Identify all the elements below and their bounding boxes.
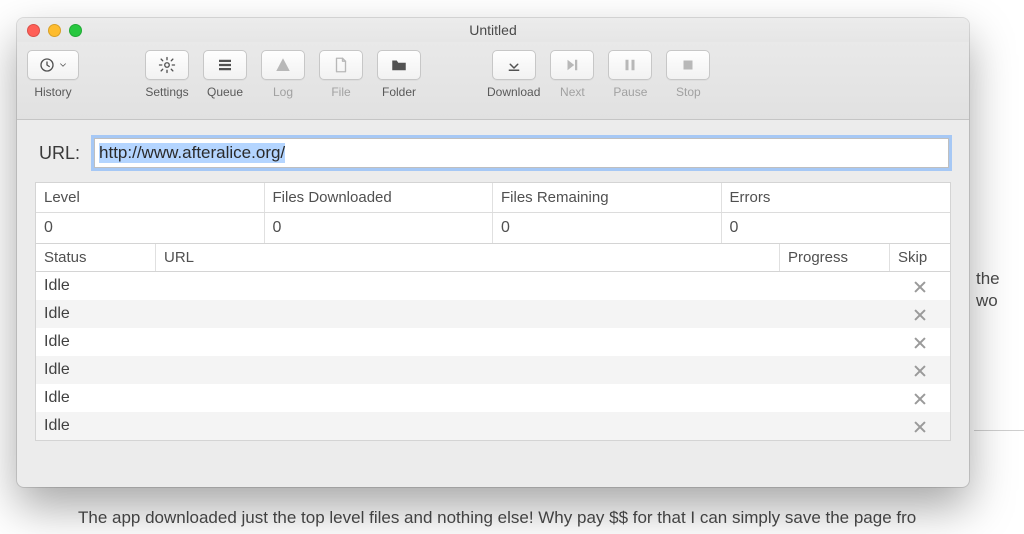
settings-label: Settings	[145, 85, 188, 99]
queue-button[interactable]	[203, 50, 247, 80]
cell-skip[interactable]	[890, 300, 950, 328]
cell-url	[156, 356, 780, 384]
cell-status: Idle	[36, 272, 156, 300]
history-button[interactable]	[27, 50, 79, 80]
stats-value-errors: 0	[722, 213, 951, 243]
history-icon	[38, 56, 56, 74]
cell-status: Idle	[36, 384, 156, 412]
pause-label: Pause	[613, 85, 647, 99]
next-button[interactable]	[550, 50, 594, 80]
stop-label: Stop	[676, 85, 701, 99]
cell-progress	[780, 272, 890, 300]
stats-value-downloaded: 0	[265, 213, 494, 243]
background-text-bottom: The app downloaded just the top level fi…	[78, 508, 916, 528]
stats-value-level: 0	[36, 213, 265, 243]
file-icon	[332, 56, 350, 74]
cell-url	[156, 300, 780, 328]
cell-progress	[780, 412, 890, 440]
gear-icon	[158, 56, 176, 74]
stats-header-downloaded: Files Downloaded	[265, 183, 494, 212]
warning-icon	[274, 56, 292, 74]
folder-icon	[390, 56, 408, 74]
url-row: URL:	[17, 120, 969, 182]
cell-url	[156, 328, 780, 356]
history-label: History	[34, 85, 71, 99]
folder-label: Folder	[382, 85, 416, 99]
table-row[interactable]: Idle	[36, 384, 950, 412]
cell-url	[156, 412, 780, 440]
settings-button[interactable]	[145, 50, 189, 80]
minimize-window-button[interactable]	[48, 24, 61, 37]
zoom-window-button[interactable]	[69, 24, 82, 37]
stats-table: Level Files Downloaded Files Remaining E…	[35, 182, 951, 244]
skip-icon	[913, 419, 927, 433]
table-row[interactable]: Idle	[36, 272, 950, 300]
folder-button[interactable]	[377, 50, 421, 80]
stats-header-remaining: Files Remaining	[493, 183, 722, 212]
window-title: Untitled	[17, 22, 969, 38]
cell-skip[interactable]	[890, 384, 950, 412]
queue-icon	[216, 56, 234, 74]
cell-skip[interactable]	[890, 272, 950, 300]
cell-skip[interactable]	[890, 356, 950, 384]
background-text-right: the wo	[976, 268, 1000, 312]
cell-skip[interactable]	[890, 328, 950, 356]
pause-button[interactable]	[608, 50, 652, 80]
cell-status: Idle	[36, 412, 156, 440]
pause-icon	[621, 56, 639, 74]
download-icon	[505, 56, 523, 74]
cell-url	[156, 272, 780, 300]
url-label: URL:	[39, 143, 80, 164]
url-input[interactable]	[94, 138, 949, 168]
skip-icon	[913, 363, 927, 377]
table-row[interactable]: Idle	[36, 328, 950, 356]
cell-progress	[780, 356, 890, 384]
stop-button[interactable]	[666, 50, 710, 80]
skip-icon	[913, 335, 927, 349]
col-skip[interactable]: Skip	[890, 244, 950, 271]
app-window: Untitled History Sett	[17, 18, 969, 487]
log-button[interactable]	[261, 50, 305, 80]
cell-progress	[780, 300, 890, 328]
skip-icon	[913, 307, 927, 321]
col-status[interactable]: Status	[36, 244, 156, 271]
download-button[interactable]	[492, 50, 536, 80]
chevron-down-icon	[58, 56, 68, 74]
stats-header-level: Level	[36, 183, 265, 212]
cell-url	[156, 384, 780, 412]
stats-value-remaining: 0	[493, 213, 722, 243]
jobs-table: Status URL Progress Skip IdleIdleIdleIdl…	[35, 244, 951, 441]
table-row[interactable]: Idle	[36, 412, 950, 440]
skip-icon	[913, 391, 927, 405]
cell-status: Idle	[36, 300, 156, 328]
table-row[interactable]: Idle	[36, 300, 950, 328]
close-window-button[interactable]	[27, 24, 40, 37]
col-url[interactable]: URL	[156, 244, 780, 271]
download-label: Download	[487, 85, 540, 99]
log-label: Log	[273, 85, 293, 99]
stats-header-errors: Errors	[722, 183, 951, 212]
skip-icon	[913, 279, 927, 293]
cell-progress	[780, 384, 890, 412]
toolbar: History Settings Queue	[17, 42, 969, 120]
table-row[interactable]: Idle	[36, 356, 950, 384]
background-divider	[974, 430, 1024, 431]
next-label: Next	[560, 85, 585, 99]
cell-status: Idle	[36, 328, 156, 356]
queue-label: Queue	[207, 85, 243, 99]
stop-icon	[679, 56, 697, 74]
file-button[interactable]	[319, 50, 363, 80]
next-icon	[563, 56, 581, 74]
traffic-lights	[17, 24, 82, 37]
col-progress[interactable]: Progress	[780, 244, 890, 271]
cell-status: Idle	[36, 356, 156, 384]
cell-progress	[780, 328, 890, 356]
cell-skip[interactable]	[890, 412, 950, 440]
file-label: File	[331, 85, 350, 99]
titlebar: Untitled	[17, 18, 969, 42]
